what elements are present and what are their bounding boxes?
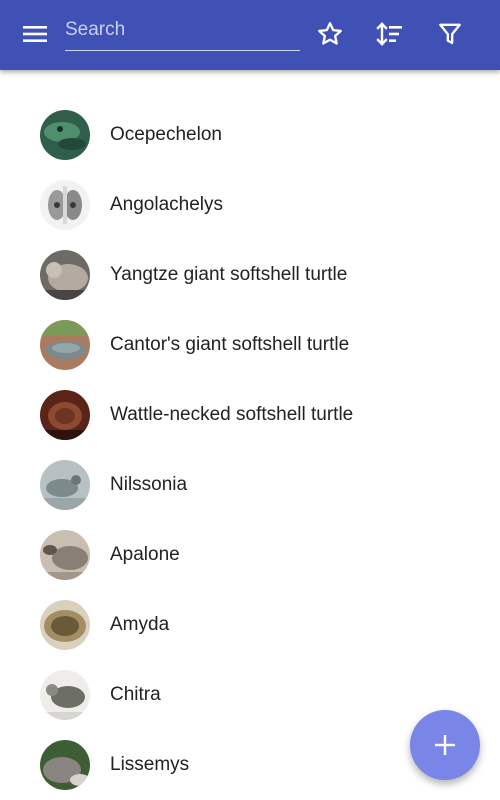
genus-list: Ocepechelon Angolachelys Yangtze giant s…: [0, 100, 500, 800]
filter-button[interactable]: [426, 10, 474, 58]
list-item-label: Wattle-necked softshell turtle: [110, 404, 354, 425]
list-item[interactable]: Nilssonia: [0, 450, 500, 520]
list-item-label: Chitra: [110, 684, 161, 705]
filter-icon: [439, 23, 461, 45]
menu-button[interactable]: [11, 10, 59, 58]
sort-icon: [376, 22, 402, 46]
avatar: [40, 180, 90, 230]
list-item[interactable]: Wattle-necked softshell turtle: [0, 380, 500, 450]
list-item[interactable]: Apalone: [0, 520, 500, 590]
add-icon: [435, 735, 455, 755]
avatar: [40, 320, 90, 370]
avatar: [40, 460, 90, 510]
list-item-label: Angolachelys: [110, 194, 224, 215]
avatar: [40, 670, 90, 720]
list-item-label: Yangtze giant softshell turtle: [110, 264, 348, 285]
favorites-button[interactable]: [306, 10, 354, 58]
search-input[interactable]: [65, 14, 300, 46]
list-item-label: Amyda: [110, 614, 170, 635]
search-field: [65, 14, 300, 51]
add-button[interactable]: [410, 710, 480, 780]
list-item[interactable]: Cantor's giant softshell turtle: [0, 310, 500, 380]
list-item[interactable]: Ocepechelon: [0, 100, 500, 170]
list-item[interactable]: Angolachelys: [0, 170, 500, 240]
list-item[interactable]: Yangtze giant softshell turtle: [0, 240, 500, 310]
avatar: [40, 740, 90, 790]
list-item-label: Ocepechelon: [110, 124, 222, 145]
avatar: [40, 110, 90, 160]
sort-button[interactable]: [366, 10, 414, 58]
avatar: [40, 250, 90, 300]
star-icon: [318, 22, 342, 45]
list-item-label: Lissemys: [110, 754, 190, 775]
list-item-label: Cantor's giant softshell turtle: [110, 334, 350, 355]
app-bar: [0, 0, 500, 70]
list-item[interactable]: Amyda: [0, 590, 500, 660]
list-item-label: Nilssonia: [110, 474, 188, 495]
list-item-label: Apalone: [110, 544, 180, 565]
avatar: [40, 530, 90, 580]
avatar: [40, 390, 90, 440]
avatar: [40, 600, 90, 650]
menu-icon: [23, 26, 47, 42]
